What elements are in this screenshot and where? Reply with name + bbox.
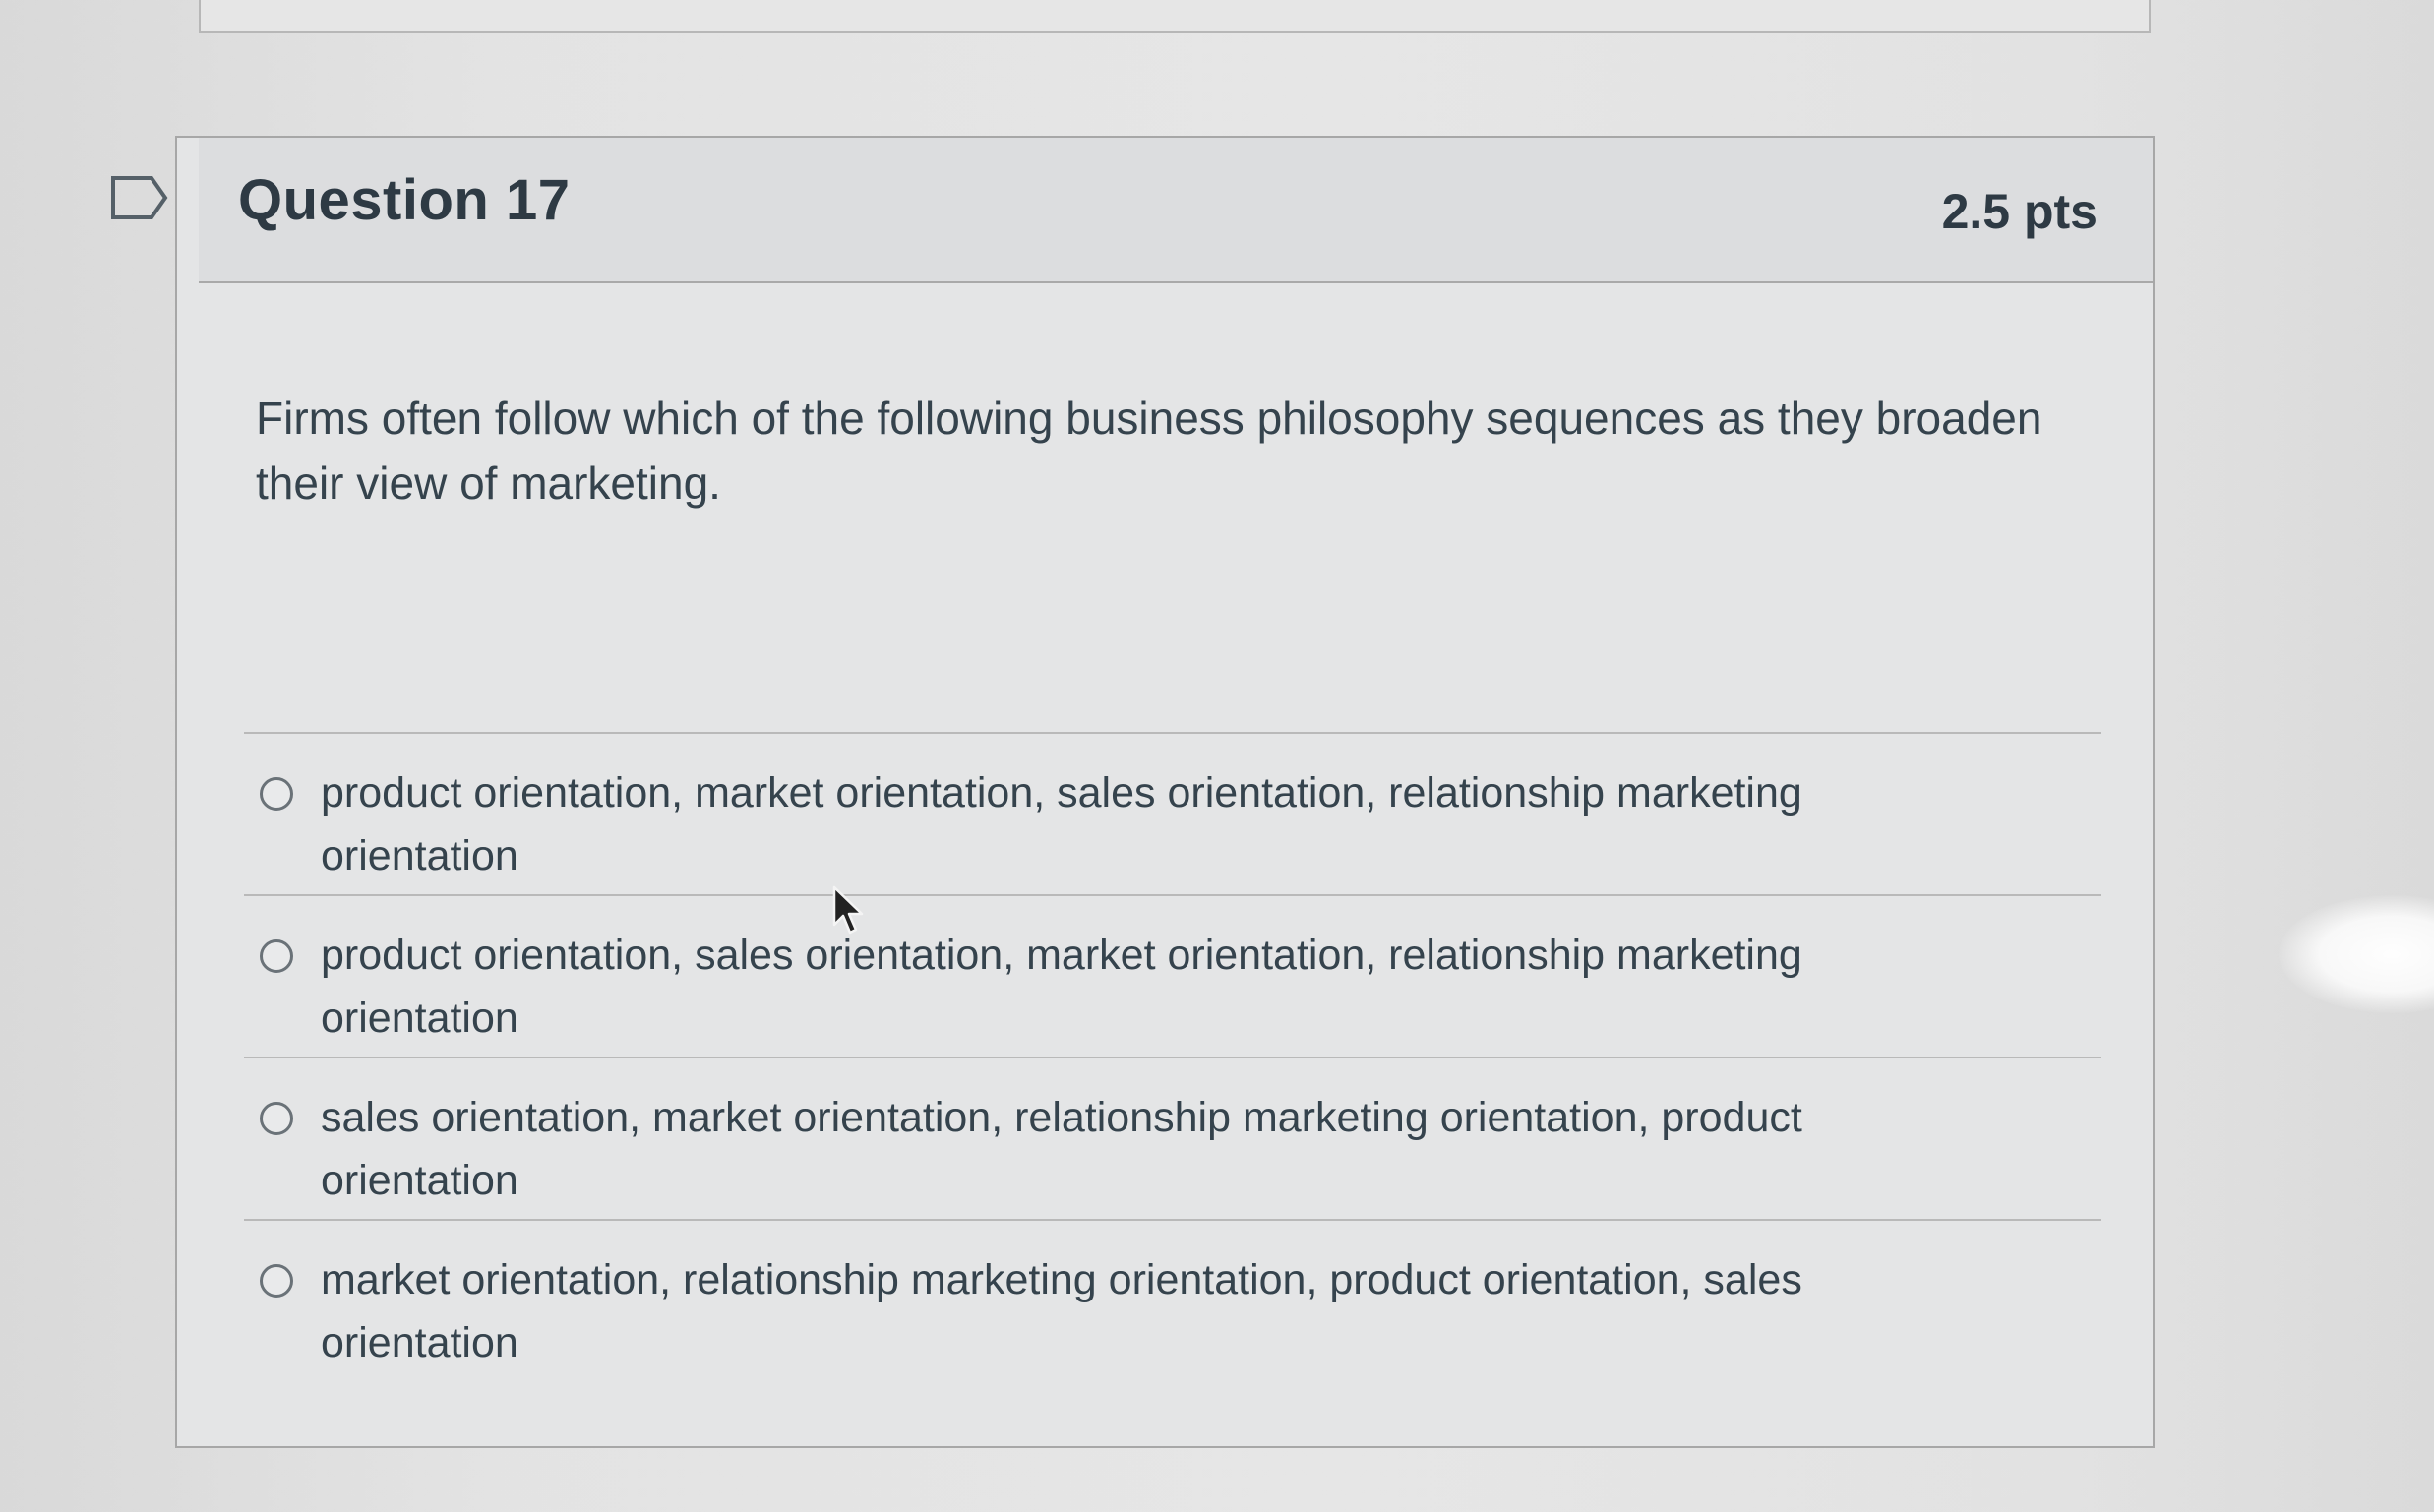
answer-option-4[interactable]: market orientation, relationship marketi… <box>244 1219 2101 1381</box>
screen-glare <box>2279 895 2434 1013</box>
answer-option-2[interactable]: product orientation, sales orientation, … <box>244 894 2101 1057</box>
radio-button[interactable] <box>260 1264 293 1298</box>
answer-label[interactable]: product orientation, market orientation,… <box>321 761 1993 887</box>
radio-button[interactable] <box>260 939 293 973</box>
answer-label[interactable]: product orientation, sales orientation, … <box>321 924 1993 1050</box>
question-points: 2.5 pts <box>1941 184 2098 239</box>
question-text: Firms often follow which of the followin… <box>256 393 2042 509</box>
question-card: Question 17 2.5 pts Firms often follow w… <box>175 136 2155 1448</box>
radio-button[interactable] <box>260 1102 293 1135</box>
answer-label[interactable]: sales orientation, market orientation, r… <box>321 1086 1993 1212</box>
previous-question-card <box>199 0 2151 33</box>
answer-option-3[interactable]: sales orientation, market orientation, r… <box>244 1057 2101 1219</box>
answer-label[interactable]: market orientation, relationship marketi… <box>321 1248 1993 1374</box>
answer-option-1[interactable]: product orientation, market orientation,… <box>244 732 2101 894</box>
question-header: Question 17 2.5 pts <box>199 138 2153 283</box>
flag-question-icon[interactable] <box>110 175 169 220</box>
radio-button[interactable] <box>260 777 293 811</box>
answer-list: product orientation, market orientation,… <box>244 732 2101 1381</box>
question-title: Question 17 <box>238 168 571 232</box>
mouse-pointer-icon <box>832 885 864 935</box>
